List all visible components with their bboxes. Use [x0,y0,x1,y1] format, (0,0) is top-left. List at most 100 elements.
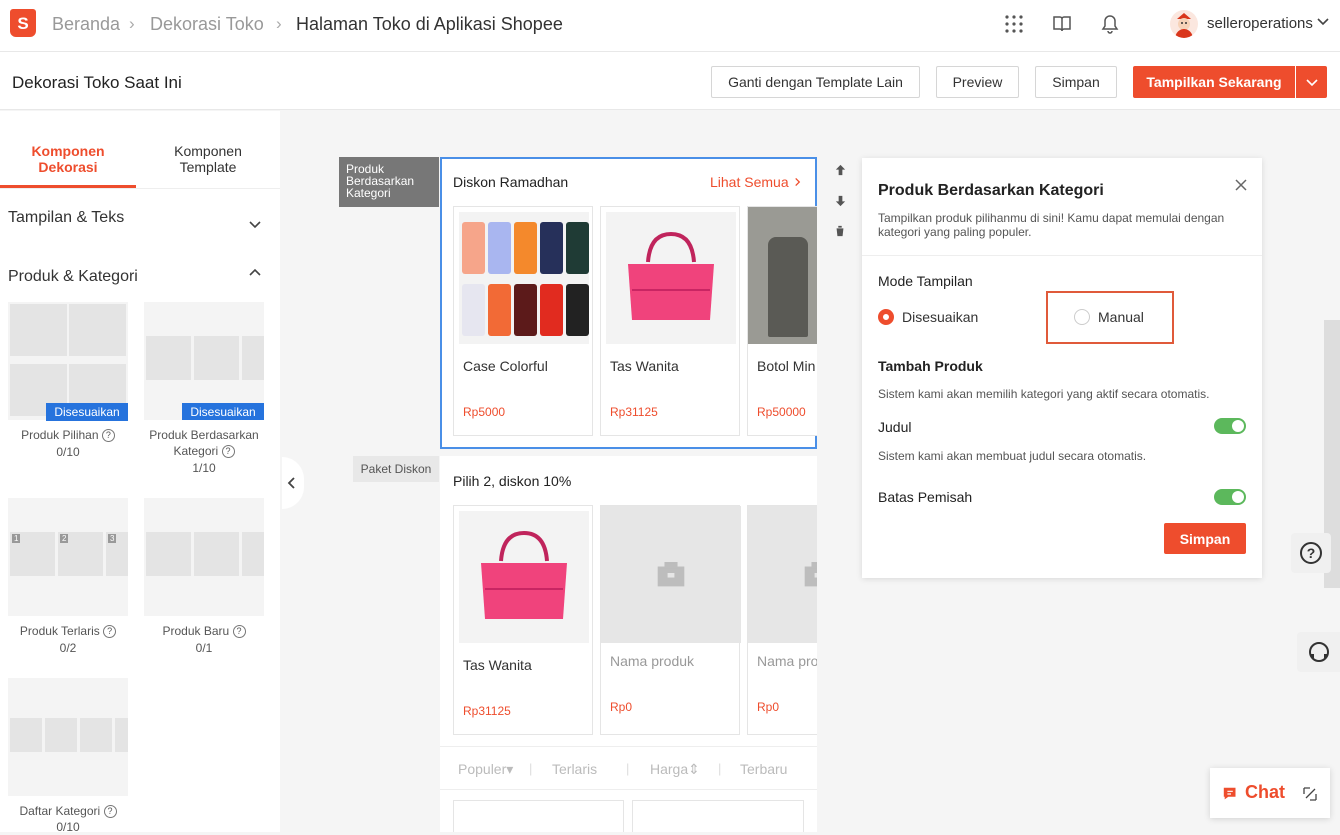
change-template-button[interactable]: Ganti dengan Template Lain [711,66,920,98]
product-price: Rp0 [610,700,633,714]
publish-now-button[interactable]: Tampilkan Sekarang [1133,66,1295,98]
product-carousel: Tas Wanita Rp31125 Nama produk Rp0 Nama … [453,505,817,735]
product-image-handbag [459,511,589,643]
save-button[interactable]: Simpan [1035,66,1117,98]
chevron-left-icon [287,477,295,489]
apps-grid-icon[interactable] [1004,14,1024,34]
product-card[interactable]: Botol Min Rp50000 [747,206,817,436]
bell-icon[interactable] [1100,14,1120,34]
move-up-icon[interactable] [827,158,853,184]
display-mode-label: Mode Tampilan [878,273,973,289]
breadcrumb-current-page: Halaman Toko di Aplikasi Shopee [296,14,563,34]
product-card[interactable]: Tas Wanita Rp31125 [453,505,593,735]
help-icon[interactable]: ? [232,625,246,638]
chat-icon [1223,787,1236,800]
component-new-products[interactable] [144,498,264,616]
sort-tab-bestselling[interactable]: Terlaris [552,761,597,777]
section-label-bundle-discount: Paket Diskon [353,456,439,482]
component-best-sellers[interactable]: 1 2 3 [8,498,128,616]
move-down-icon[interactable] [827,188,853,214]
product-name: Tas Wanita [610,358,679,374]
help-icon[interactable]: ? [103,805,117,818]
image-placeholder-icon [242,336,264,380]
product-card[interactable]: Tas Wanita Rp31125 [600,206,740,436]
expand-icon[interactable] [1303,787,1317,801]
bundle-discount-module[interactable]: Pilih 2, diskon 10% Tas Wanita Rp31125 N… [440,456,817,746]
chevron-down-icon[interactable] [248,217,262,231]
add-products-label: Tambah Produk [878,358,983,374]
collapse-sidebar-button[interactable] [282,457,304,509]
section-display-text[interactable]: Tampilan & Teks [8,209,124,227]
bag-placeholder-icon [748,506,817,643]
help-icon[interactable]: ? [103,625,117,638]
product-list-module: Populer▾ | Terlaris | Harga⇕ | Terbaru [440,746,817,832]
products-by-category-module[interactable]: Diskon Ramadhan Lihat Semua Case Colorfu… [440,157,817,449]
divider: | [626,761,630,776]
component-label: Daftar Kategori ? [8,803,128,819]
component-settings-panel: Produk Berdasarkan Kategori Tampilkan pr… [862,158,1262,578]
product-image-bottle [748,207,817,344]
sort-tab-price[interactable]: Harga⇕ [650,761,700,778]
customer-service-button[interactable] [1297,632,1340,672]
component-label: Produk Terlaris ? [8,623,128,639]
product-price: Rp5000 [463,405,506,419]
radio-customized[interactable] [878,309,894,325]
component-products-by-category[interactable]: Disesuaikan [144,302,264,420]
component-category-list[interactable] [8,678,128,796]
help-icon[interactable]: ? [221,445,235,458]
chat-widget[interactable]: Chat [1210,768,1330,818]
highlight-box [1046,291,1174,344]
shopee-logo[interactable]: S [10,9,36,37]
image-placeholder-icon [194,336,239,380]
title-description: Sistem kami akan membuat judul secara ot… [878,449,1147,463]
username[interactable]: selleroperations [1207,15,1313,32]
bag-placeholder-icon [601,506,741,643]
customized-badge: Disesuaikan [182,403,264,420]
help-button[interactable]: ? [1291,533,1331,573]
product-card[interactable]: Case Colorful Rp5000 [453,206,593,436]
see-all-link[interactable]: Lihat Semua [710,174,802,190]
divider-toggle[interactable] [1214,489,1246,505]
product-price: Rp31125 [610,405,658,419]
add-products-description: Sistem kami akan memilih kategori yang a… [878,387,1210,401]
panel-save-button[interactable]: Simpan [1164,523,1246,554]
component-label: Produk Berdasarkan Kategori ? [149,428,259,458]
product-card-placeholder[interactable]: Nama pro Rp0 [747,505,817,735]
title-label: Judul [878,419,912,435]
tab-decoration-components[interactable]: Komponen Dekorasi [0,143,136,175]
help-icon[interactable]: ? [101,429,115,442]
component-count: 0/10 [56,820,80,834]
component-label: Produk Baru ? [144,623,264,639]
sort-tab-newest[interactable]: Terbaru [740,761,787,777]
panel-description: Tampilkan produk pilihanmu di sini! Kamu… [878,211,1225,239]
product-card-placeholder[interactable]: Nama produk Rp0 [600,505,741,735]
breadcrumb-shop-decoration[interactable]: Dekorasi Toko [150,14,264,35]
delete-icon[interactable] [827,218,853,244]
preview-button[interactable]: Preview [936,66,1019,98]
tab-template-components[interactable]: Komponen Template [140,143,276,175]
component-count: 0/1 [195,641,213,655]
product-carousel: Case Colorful Rp5000 Tas Wanita Rp31125 … [453,206,817,436]
calendar-placeholder-icon [146,532,191,576]
avatar[interactable] [1170,10,1198,38]
publish-options-button[interactable] [1296,66,1327,98]
product-name: Case Colorful [463,358,548,374]
chevron-down-icon[interactable] [1316,14,1330,28]
divider: | [718,761,722,776]
product-price: Rp50000 [757,405,806,419]
close-icon[interactable] [1234,178,1248,192]
component-featured-products[interactable]: Disesuaikan [8,302,128,421]
title-toggle[interactable] [1214,418,1246,434]
radio-customized-label[interactable]: Disesuaikan [902,309,978,325]
chevron-right-icon [794,177,800,187]
question-icon: ? [1300,542,1322,564]
sort-tab-popular[interactable]: Populer▾ [458,761,513,778]
panel-title: Produk Berdasarkan Kategori [878,182,1104,199]
breadcrumb-home[interactable]: Beranda [52,14,120,35]
product-image-phone-cases [459,212,589,344]
section-products-categories[interactable]: Produk & Kategori [8,268,138,286]
product-price: Rp31125 [463,704,511,718]
chevron-up-icon[interactable] [248,266,262,280]
breadcrumb-separator-icon: › [276,14,282,33]
book-icon[interactable] [1052,14,1072,34]
